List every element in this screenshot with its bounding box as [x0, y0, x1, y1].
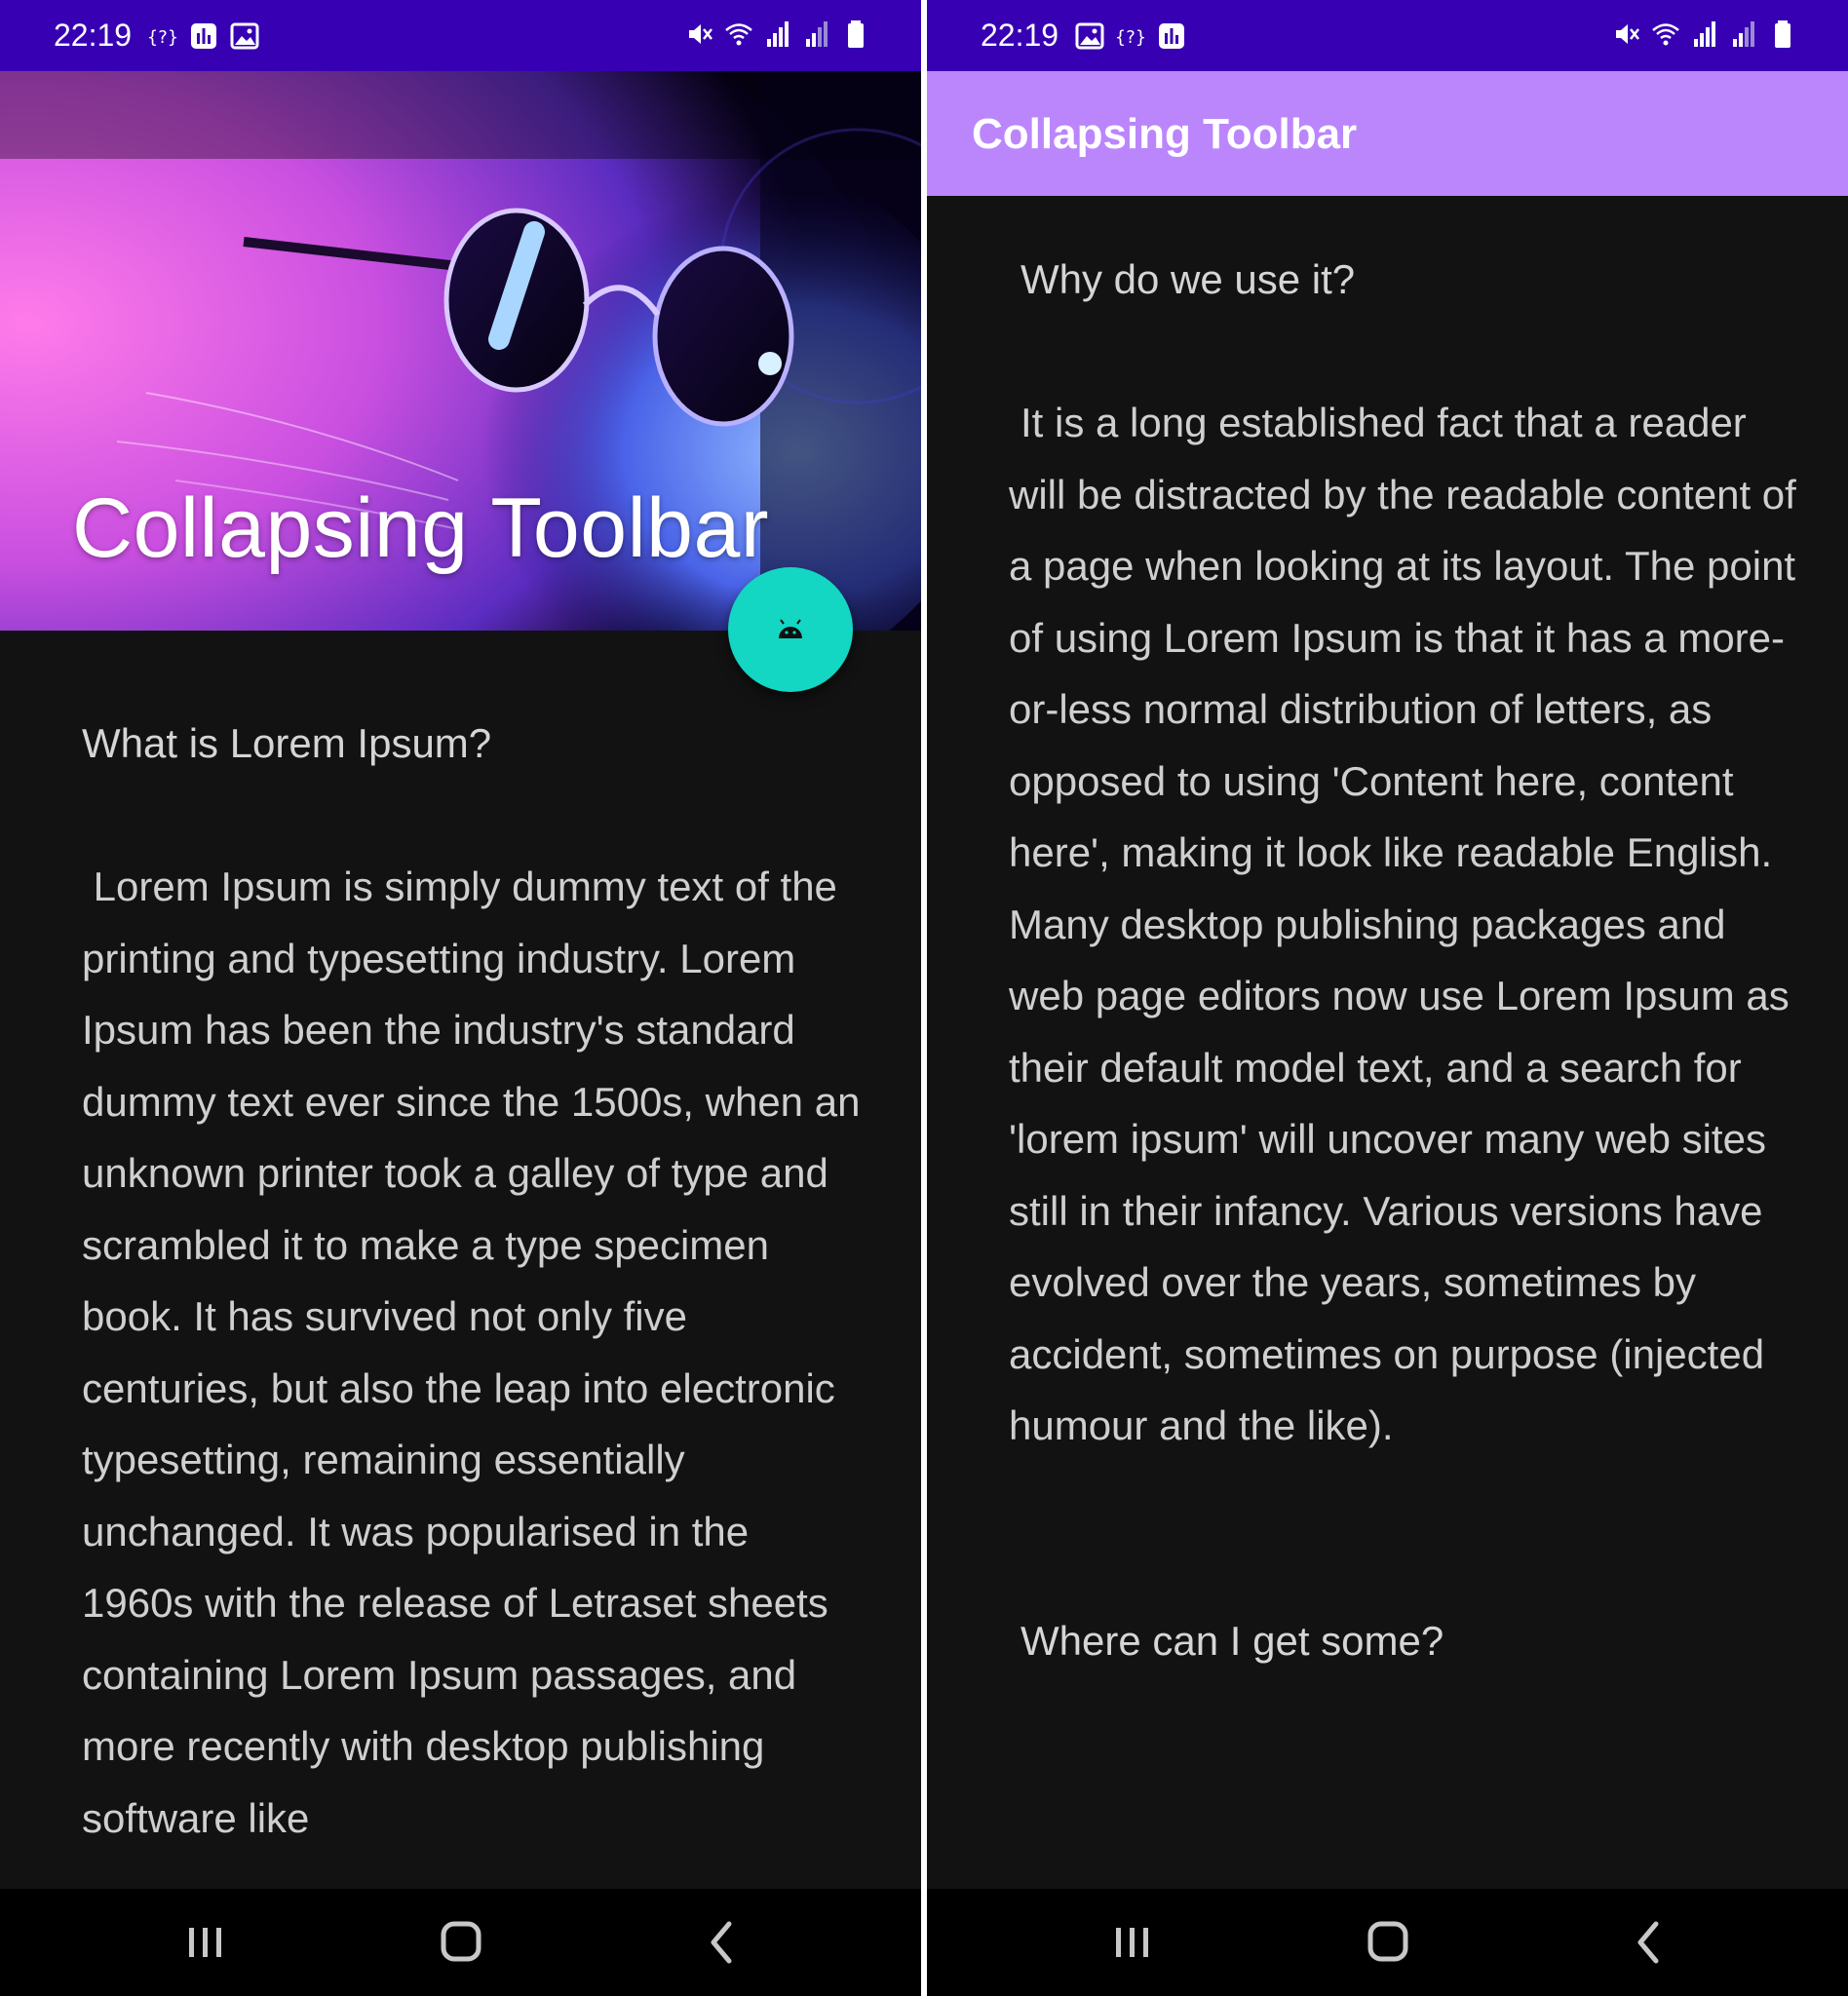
image-icon	[230, 21, 259, 51]
app-bar: Collapsing Toolbar	[927, 71, 1848, 196]
stats-icon	[1157, 21, 1186, 51]
home-icon[interactable]	[432, 1918, 490, 1967]
wifi-icon	[1651, 19, 1680, 49]
status-time: 22:19	[981, 18, 1059, 53]
section-heading: Why do we use it?	[1020, 256, 1356, 302]
header-image: Collapsing Toolbar	[0, 71, 921, 631]
recents-icon[interactable]	[175, 1918, 234, 1967]
signal-icon	[1729, 19, 1758, 49]
status-time: 22:19	[54, 18, 133, 53]
signal-icon	[1690, 19, 1719, 49]
floating-action-button[interactable]	[728, 567, 853, 692]
battery-icon	[1768, 19, 1797, 49]
content-scroll-area[interactable]: Why do we use it? It is a long establish…	[1009, 244, 1808, 1887]
signal-icon	[802, 19, 831, 49]
home-icon[interactable]	[1359, 1918, 1417, 1967]
body-paragraph: Lorem Ipsum is simply dummy text of the …	[82, 864, 861, 1841]
help-icon: {?}	[148, 21, 177, 51]
section-heading: What is Lorem Ipsum?	[82, 720, 492, 766]
section-heading-next: Where can I get some?	[1020, 1617, 1444, 1664]
svg-text:{?}: {?}	[1116, 27, 1145, 48]
back-icon[interactable]	[692, 1918, 751, 1967]
mute-icon	[685, 19, 714, 49]
status-bar: 22:19 {?}	[0, 0, 921, 71]
system-icons	[685, 19, 870, 49]
battery-icon	[841, 19, 870, 49]
notification-icons: {?}	[1075, 21, 1186, 51]
android-icon	[779, 619, 802, 638]
notification-icons: {?}	[148, 21, 259, 51]
signal-icon	[763, 19, 792, 49]
svg-text:{?}: {?}	[148, 27, 177, 48]
navigation-bar	[927, 1889, 1848, 1996]
left-screen: 22:19 {?} Collapsing Toolbar What is Lor…	[0, 0, 921, 1996]
system-icons	[1612, 19, 1797, 49]
mute-icon	[1612, 19, 1641, 49]
navigation-bar	[0, 1889, 921, 1996]
app-bar-title: Collapsing Toolbar	[972, 110, 1358, 158]
back-icon[interactable]	[1619, 1918, 1677, 1967]
right-screen: 22:19 {?} Collapsing Toolbar Why do we u…	[927, 0, 1848, 1996]
recents-icon[interactable]	[1102, 1918, 1161, 1967]
status-bar: 22:19 {?}	[927, 0, 1848, 71]
wifi-icon	[724, 19, 753, 49]
content-scroll-area[interactable]: What is Lorem Ipsum? Lorem Ipsum is simp…	[82, 708, 862, 1887]
body-paragraph: It is a long established fact that a rea…	[1009, 400, 1796, 1448]
collapsing-toolbar-title: Collapsing Toolbar	[72, 481, 769, 575]
stats-icon	[189, 21, 218, 51]
image-icon	[1075, 21, 1104, 51]
help-icon: {?}	[1116, 21, 1145, 51]
